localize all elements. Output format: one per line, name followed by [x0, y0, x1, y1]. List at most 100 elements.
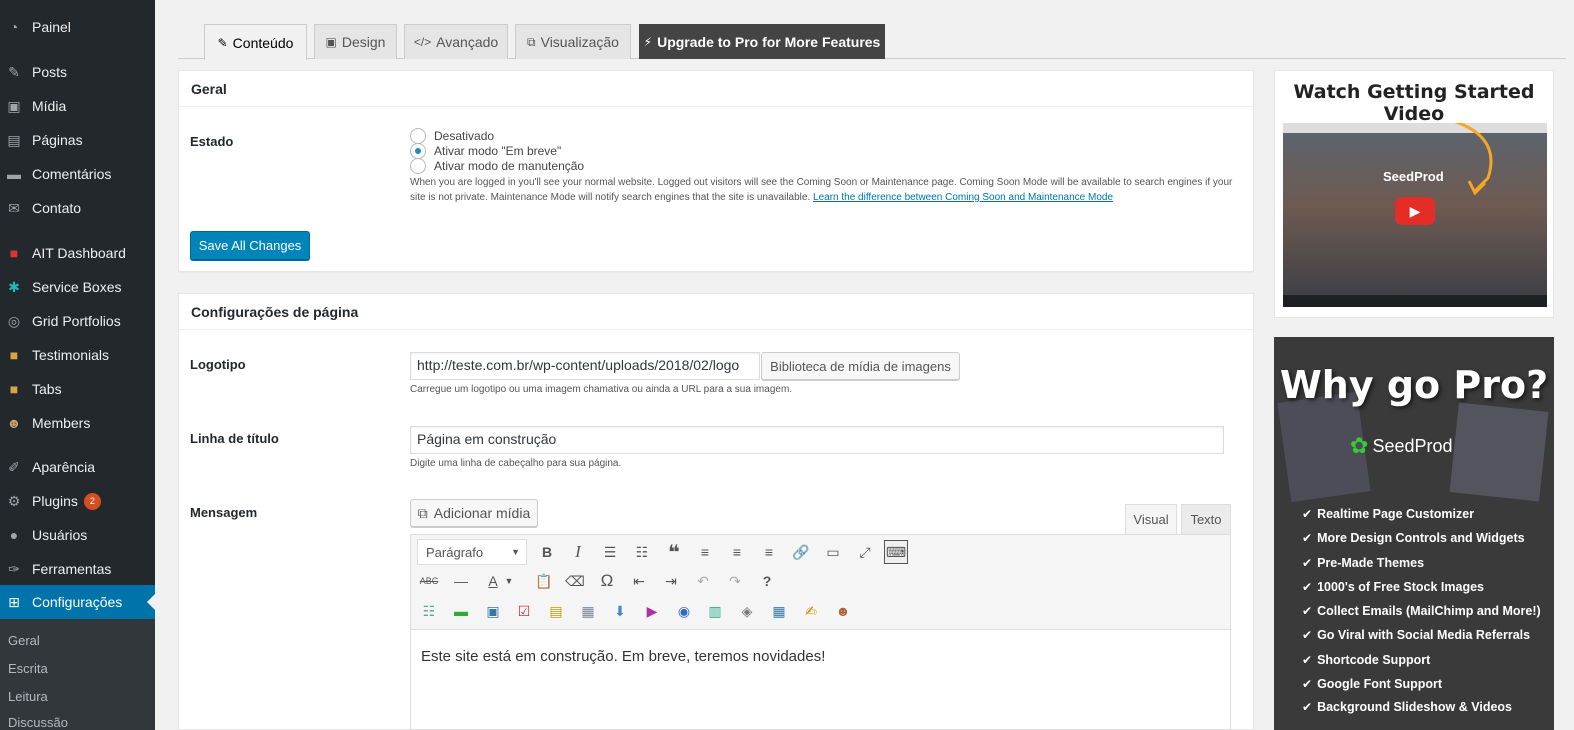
- dashboard-icon: ◔: [9, 19, 19, 35]
- menu-members[interactable]: ☻ Members: [0, 406, 155, 440]
- code-icon: </>: [413, 35, 432, 49]
- menu-contato[interactable]: ✉ Contato: [0, 191, 155, 225]
- geral-panel: Geral: [178, 70, 1254, 272]
- menu-paginas[interactable]: ▤ Páginas: [0, 123, 155, 157]
- blockquote-icon[interactable]: ❝: [662, 540, 686, 564]
- play-icon[interactable]: ▶: [1395, 197, 1435, 225]
- strikethrough-icon[interactable]: ABC: [417, 569, 441, 593]
- radio-circle-selected[interactable]: [410, 143, 426, 159]
- submenu-discussao[interactable]: Discussão: [8, 715, 68, 730]
- pro-feature: ✔ Background Slideshow & Videos: [1302, 700, 1513, 714]
- submenu-geral[interactable]: Geral: [8, 633, 40, 648]
- format-select[interactable]: Parágrafo ▼: [417, 539, 527, 565]
- radio-circle[interactable]: [410, 128, 426, 144]
- menu-ferramentas[interactable]: ✑ Ferramentas: [0, 552, 155, 586]
- add-media-button[interactable]: ⧉ Adicionar mídia: [410, 499, 538, 527]
- geral-panel-title: Geral: [179, 71, 1253, 107]
- gear-icon: ✱: [8, 278, 20, 295]
- chevron-down-icon[interactable]: ▼: [503, 569, 515, 593]
- menu-midia[interactable]: ▣ Mídia: [0, 89, 155, 123]
- read-more-icon[interactable]: ▭: [821, 540, 845, 564]
- submenu-leitura[interactable]: Leitura: [8, 689, 48, 704]
- template-icon[interactable]: ▦: [576, 599, 600, 623]
- radio-manutencao[interactable]: Ativar modo de manutenção: [410, 158, 584, 174]
- editor-tab-visual[interactable]: Visual: [1125, 504, 1177, 534]
- clear-format-icon[interactable]: ⌫: [563, 569, 587, 593]
- align-right-icon[interactable]: ≡: [757, 540, 781, 564]
- radio-em-breve[interactable]: Ativar modo "Em breve": [410, 143, 561, 159]
- fullscreen-icon[interactable]: ⤢: [853, 540, 877, 564]
- person-icon[interactable]: ☻: [831, 599, 855, 623]
- headline-input[interactable]: Página em construção: [410, 426, 1224, 454]
- note-icon[interactable]: ✍: [799, 599, 823, 623]
- wrench-icon: ✑: [8, 560, 20, 577]
- menu-painel[interactable]: ◔ Painel: [0, 10, 155, 44]
- paste-text-icon[interactable]: 📋: [532, 569, 556, 593]
- horizontal-line-icon[interactable]: —: [449, 569, 473, 593]
- tab-conteudo[interactable]: ✎ Conteúdo: [204, 24, 307, 60]
- menu-posts[interactable]: ✎ Posts: [0, 55, 155, 89]
- browser-bar: [1283, 123, 1547, 133]
- toolbar-toggle-icon[interactable]: ⌨: [884, 540, 908, 564]
- radio-desativado[interactable]: Desativado: [410, 128, 494, 144]
- chevron-down-icon: ▼: [511, 547, 520, 557]
- text-color-icon[interactable]: A: [481, 569, 505, 593]
- menu-ait-dashboard[interactable]: ■ AIT Dashboard: [0, 236, 155, 270]
- menu-aparencia[interactable]: ✐ Aparência: [0, 450, 155, 484]
- tab-avancado[interactable]: </> Avançado: [404, 24, 508, 59]
- menu-tabs[interactable]: ■ Tabs: [0, 372, 155, 406]
- submenu-escrita[interactable]: Escrita: [8, 661, 48, 676]
- indent-icon[interactable]: ⇥: [659, 569, 683, 593]
- save-all-changes-button[interactable]: Save All Changes: [190, 231, 310, 260]
- align-left-icon[interactable]: ≡: [693, 540, 717, 564]
- logo-label: Logotipo: [190, 357, 246, 372]
- media-library-button[interactable]: Biblioteca de mídia de imagens: [761, 352, 960, 380]
- why-go-pro-box[interactable]: Why go Pro? ✿ SeedProd ✔ Realtime Page Cus…: [1274, 337, 1554, 730]
- editor-tab-text[interactable]: Texto: [1181, 504, 1231, 534]
- grid-icon[interactable]: ▦: [767, 599, 791, 623]
- tab-upgrade-pro[interactable]: ⚡ Upgrade to Pro for More Features: [639, 24, 885, 59]
- menu-service-boxes[interactable]: ✱ Service Boxes: [0, 270, 155, 304]
- check-icon: ✔: [1302, 580, 1313, 594]
- logo-url-input[interactable]: http://teste.com.br/wp-content/uploads/2…: [410, 352, 760, 380]
- difference-link[interactable]: Learn the difference between Coming Soon…: [813, 192, 1113, 203]
- admin-sidebar: ◔ Painel ✎ Posts ▣ Mídia ▤ Páginas ▬ Comentár…: [0, 0, 155, 730]
- outdent-icon[interactable]: ⇤: [627, 569, 651, 593]
- check-icon: ✔: [1302, 700, 1313, 714]
- mail-icon: ✉: [8, 199, 20, 216]
- bold-icon[interactable]: B: [535, 540, 559, 564]
- tab-visualizacao[interactable]: ⧉ Visualização: [515, 24, 631, 59]
- bullet-list-icon[interactable]: ☰: [598, 540, 622, 564]
- shortcode-list-icon[interactable]: ☷: [417, 599, 441, 623]
- menu-testimonials[interactable]: ■ Testimonials: [0, 338, 155, 372]
- menu-configuracoes[interactable]: ⊞ Configurações: [0, 585, 155, 619]
- menu-grid-portfolios[interactable]: ◎ Grid Portfolios: [0, 304, 155, 338]
- gallery-icon[interactable]: ◈: [735, 599, 759, 623]
- video-icon[interactable]: ▶: [640, 599, 664, 623]
- link-icon[interactable]: 🔗: [789, 540, 813, 564]
- help-icon[interactable]: ?: [755, 569, 779, 593]
- compass-icon[interactable]: ◉: [672, 599, 696, 623]
- menu-plugins[interactable]: ⚙ Plugins 2: [0, 484, 155, 518]
- chart-icon[interactable]: ▥: [703, 599, 727, 623]
- italic-icon[interactable]: I: [566, 540, 590, 564]
- video-thumbnail[interactable]: SeedProd ▶: [1283, 123, 1547, 307]
- pro-feature: ✔ 1000's of Free Stock Images: [1302, 580, 1485, 594]
- undo-icon[interactable]: ↶: [691, 569, 715, 593]
- box-icon[interactable]: ▣: [481, 599, 505, 623]
- align-center-icon[interactable]: ≡: [725, 540, 749, 564]
- download-icon[interactable]: ⬇: [608, 599, 632, 623]
- button-icon[interactable]: ▬: [449, 599, 473, 623]
- special-char-icon[interactable]: Ω: [595, 569, 619, 593]
- numbered-list-icon[interactable]: ☷: [630, 540, 654, 564]
- tab-design[interactable]: ▣ Design: [314, 24, 397, 59]
- radio-circle[interactable]: [410, 158, 426, 174]
- video-title: Watch Getting Started Video: [1293, 81, 1535, 125]
- checklist-icon[interactable]: ☑: [512, 599, 536, 623]
- redo-icon[interactable]: ↷: [723, 569, 747, 593]
- menu-comentarios[interactable]: ▬ Comentários: [0, 157, 155, 191]
- logo-help: Carregue um logotipo ou uma imagem chama…: [410, 384, 793, 395]
- menu-usuarios[interactable]: ● Usuários: [0, 518, 155, 552]
- highlight-icon[interactable]: ▤: [544, 599, 568, 623]
- editor-content[interactable]: Este site está em construção. Em breve, …: [410, 630, 1231, 730]
